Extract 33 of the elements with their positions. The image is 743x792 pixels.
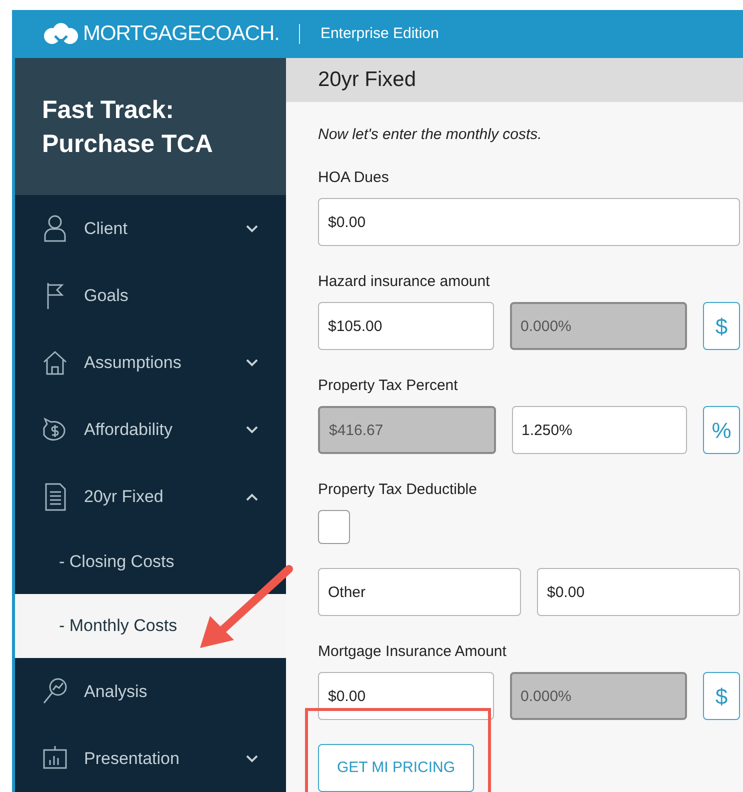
- sidebar-item[interactable]: Assumptions: [15, 329, 286, 396]
- input-field[interactable]: $0.00: [537, 568, 740, 616]
- input-field[interactable]: Other: [318, 568, 521, 616]
- instruction-text: Now let's enter the monthly costs.: [318, 124, 543, 144]
- sidebar-item[interactable]: Client: [15, 195, 286, 262]
- sidebar-item[interactable]: Analysis: [15, 658, 286, 725]
- input-field[interactable]: $0.00: [318, 198, 740, 246]
- chevron-icon: [246, 492, 258, 500]
- sidebar-item[interactable]: 20yr Fixed: [15, 463, 286, 530]
- edition-label: Enterprise Edition: [320, 24, 439, 44]
- person-icon: [42, 214, 68, 244]
- sidebar-item[interactable]: Presentation: [15, 725, 286, 792]
- sidebar-item[interactable]: Affordability: [15, 396, 286, 463]
- input-field[interactable]: $0.00: [318, 672, 494, 720]
- field-label: Property Tax Deductible: [318, 480, 478, 500]
- input-field[interactable]: 1.250%: [512, 406, 687, 454]
- section-title: 20yr Fixed: [318, 67, 416, 93]
- chevron-icon: [246, 426, 258, 434]
- chevron-icon: [246, 358, 258, 366]
- sidebar-title: Fast Track: Purchase TCA: [42, 94, 214, 160]
- sidebar-subitem[interactable]: - Closing Costs: [15, 530, 286, 594]
- field-label: HOA Dues: [318, 168, 390, 188]
- field-label: Property Tax Percent: [318, 376, 459, 396]
- brand-name: MORTGAGECOACH.: [83, 21, 280, 48]
- input-field[interactable]: $105.00: [318, 302, 494, 350]
- field-label: Mortgage Insurance Amount: [318, 642, 508, 662]
- chevron-icon: [246, 754, 258, 762]
- field-label: Hazard insurance amount: [318, 272, 491, 292]
- sidebar-subitem[interactable]: - Monthly Costs: [15, 594, 286, 658]
- checkbox[interactable]: [318, 510, 350, 544]
- chevron-icon: [246, 224, 258, 232]
- sidebar-item[interactable]: Goals: [15, 262, 286, 329]
- logo-icon: [43, 22, 79, 46]
